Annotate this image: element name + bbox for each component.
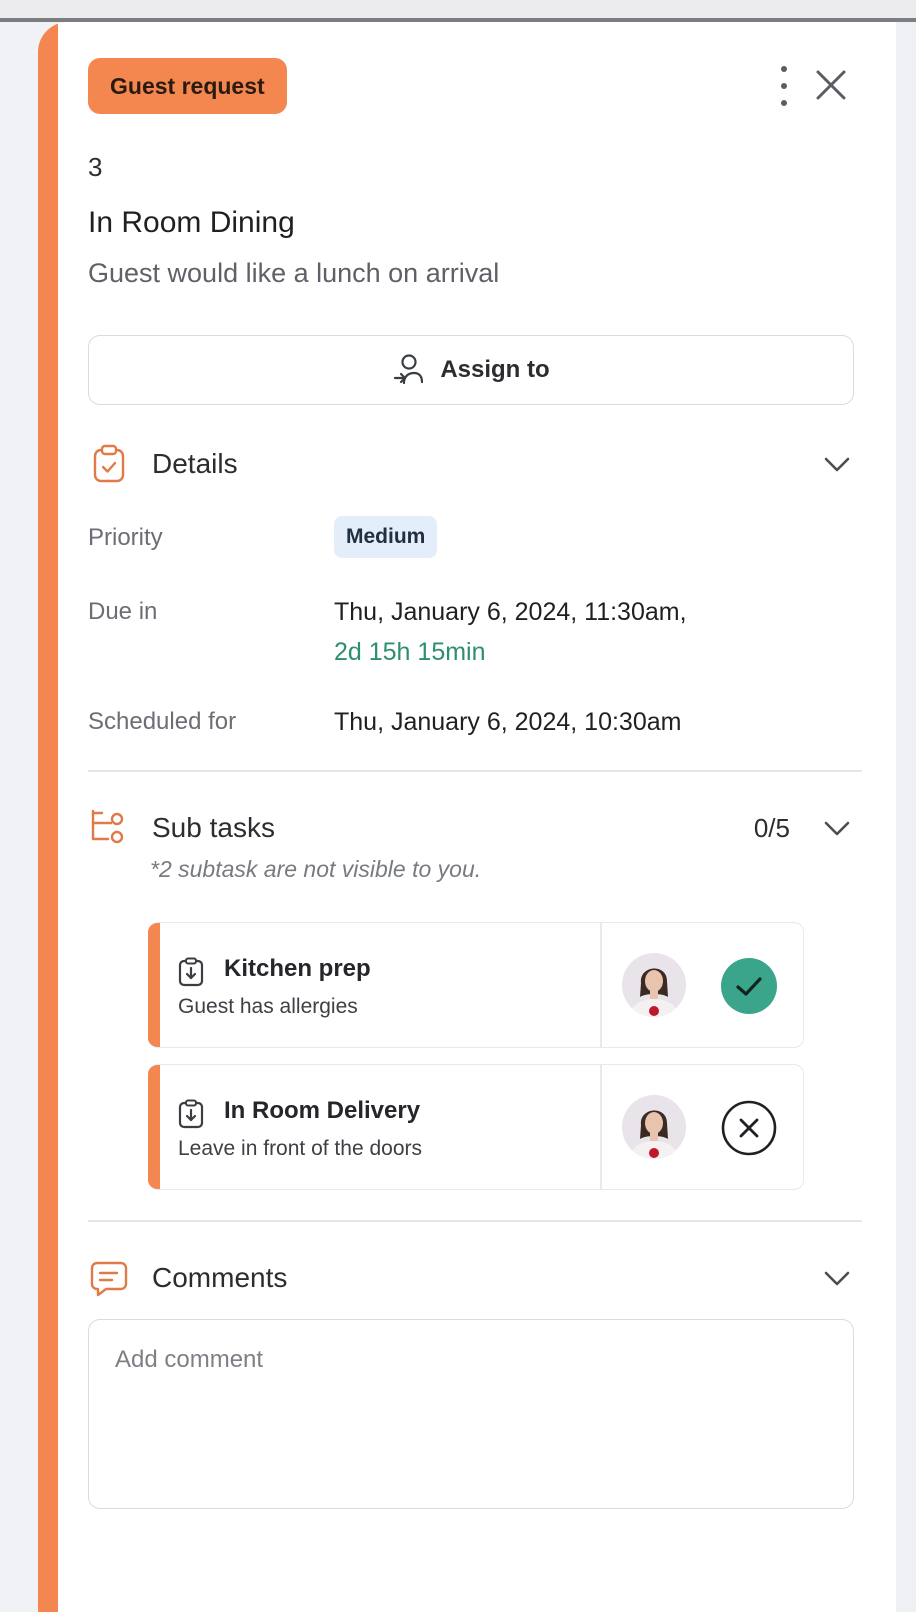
comments-heading: Comments (152, 1262, 288, 1293)
request-type-tag: Guest request (88, 58, 287, 114)
subtask-title: Kitchen prep (224, 955, 371, 982)
due-date-value: Thu, January 6, 2024, 11:30am, (334, 598, 687, 626)
due-label: Due in (88, 598, 158, 625)
request-description: Guest would like a lunch on arrival (88, 258, 500, 288)
subtask-title: In Room Delivery (224, 1097, 421, 1124)
task-detail-panel: Guest request 3 In Room Dining Guest wou… (38, 22, 896, 1612)
request-title: In Room Dining (88, 206, 295, 239)
assignee-avatar[interactable] (622, 953, 686, 1017)
assign-user-icon (394, 354, 424, 385)
chevron-down-icon[interactable] (820, 811, 854, 845)
assign-to-button[interactable]: Assign to (88, 335, 854, 405)
panel-accent-bar (38, 22, 58, 1612)
cancel-circle-icon[interactable] (720, 1099, 778, 1157)
close-icon[interactable] (808, 62, 854, 108)
subtask-card[interactable]: In Room Delivery Leave in front of the d… (148, 1064, 804, 1190)
scheduled-label: Scheduled for (88, 708, 237, 735)
assignee-avatar[interactable] (622, 1095, 686, 1159)
due-remaining-time: 2d 15h 15min (334, 638, 486, 666)
hidden-subtasks-note: *2 subtask are not visible to you. (150, 856, 482, 882)
comment-input[interactable] (88, 1319, 854, 1509)
clipboard-check-icon (93, 444, 125, 483)
clipboard-download-icon (178, 1099, 204, 1129)
details-section-header[interactable]: Details (88, 440, 854, 488)
assign-to-label: Assign to (440, 356, 550, 383)
request-number: 3 (88, 152, 103, 182)
subtask-card[interactable]: Kitchen prep Guest has allergies (148, 922, 804, 1048)
details-heading: Details (152, 448, 238, 479)
scheduled-date-value: Thu, January 6, 2024, 10:30am (334, 708, 682, 736)
subtask-accent-bar (148, 923, 160, 1047)
chevron-down-icon[interactable] (820, 447, 854, 481)
chevron-down-icon[interactable] (820, 1261, 854, 1295)
subtask-separator (600, 1065, 602, 1189)
section-divider (88, 1220, 862, 1222)
clipboard-download-icon (178, 957, 204, 987)
section-divider (88, 770, 862, 772)
subtask-accent-bar (148, 1065, 160, 1189)
subtask-description: Leave in front of the doors (178, 1137, 422, 1160)
subtask-separator (600, 923, 602, 1047)
more-options-icon[interactable] (774, 64, 794, 108)
subtasks-tree-icon (91, 809, 124, 844)
comment-bubble-icon (90, 1261, 128, 1297)
subtasks-section-header[interactable]: Sub tasks 0/5 (88, 804, 854, 852)
priority-label: Priority (88, 524, 163, 551)
subtask-description: Guest has allergies (178, 995, 358, 1018)
right-background-strip (896, 22, 916, 1612)
completed-check-icon[interactable] (720, 957, 778, 1015)
window-top-bar (0, 0, 916, 22)
subtasks-heading: Sub tasks (152, 812, 275, 843)
subtasks-count: 0/5 (753, 812, 790, 843)
priority-badge: Medium (334, 516, 438, 558)
comments-section-header[interactable]: Comments (88, 1254, 854, 1302)
